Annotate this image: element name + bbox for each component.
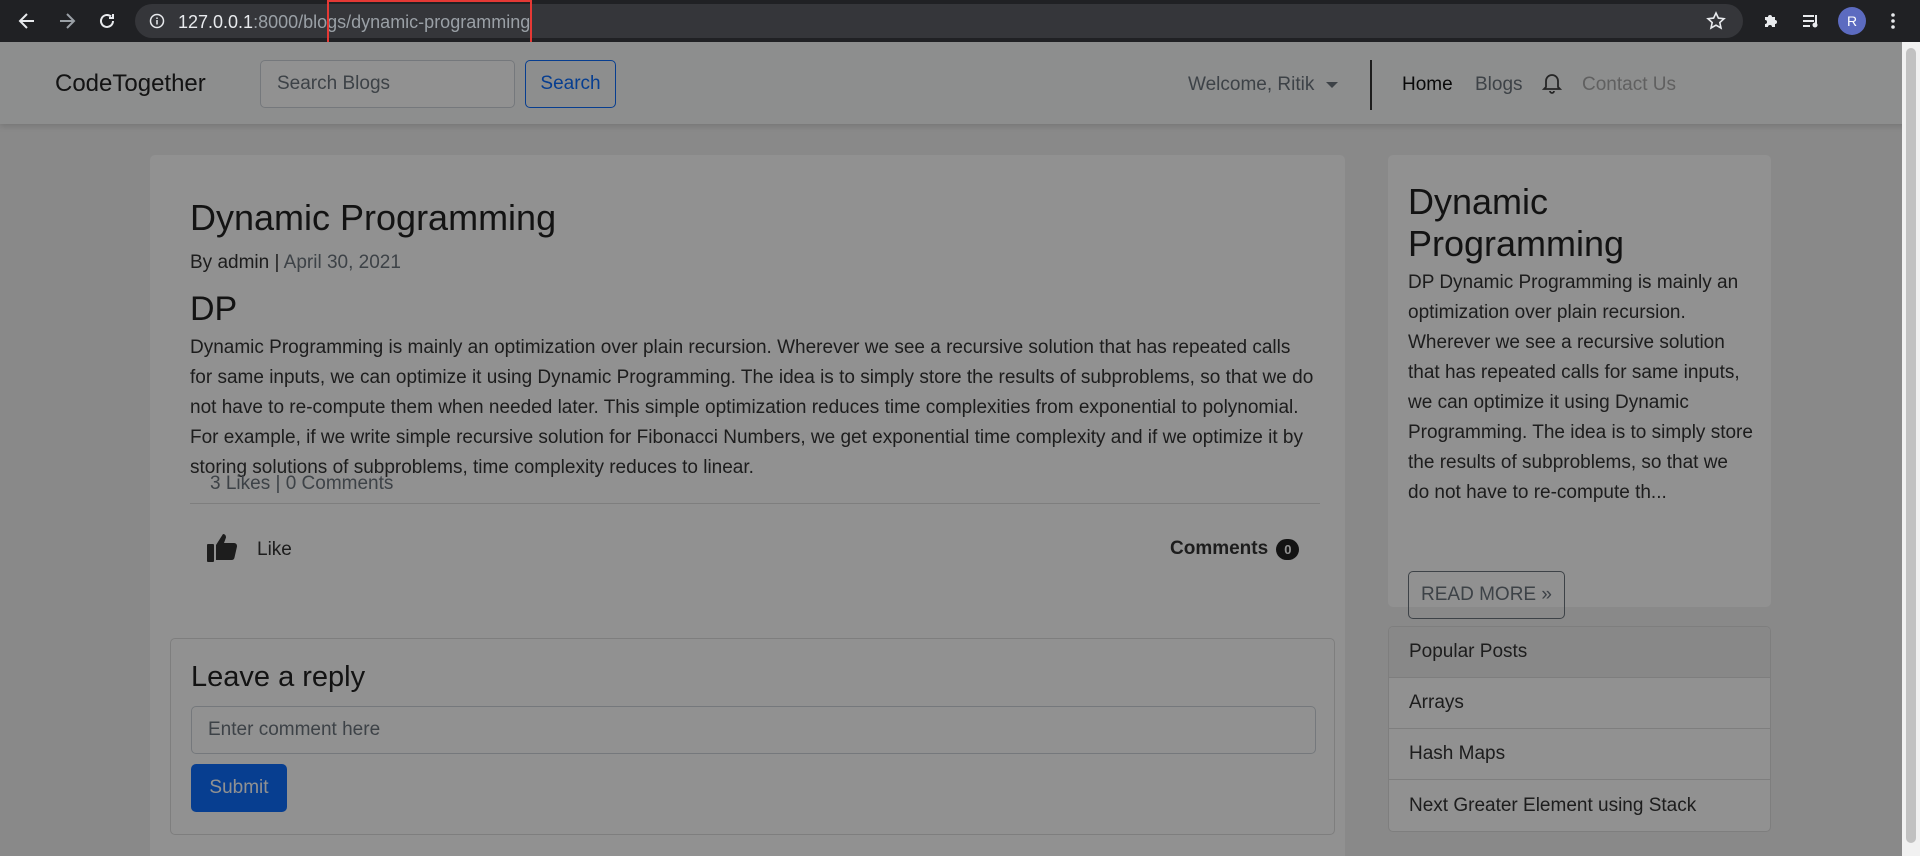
meta-separator: | bbox=[274, 252, 280, 273]
url-host: 127.0.0.1 bbox=[178, 12, 254, 32]
kebab-menu-icon[interactable] bbox=[1880, 8, 1906, 34]
forward-arrow-icon[interactable] bbox=[54, 8, 80, 34]
sidebar-post-card: Dynamic Programming DP Dynamic Programmi… bbox=[1388, 155, 1771, 619]
sidebar-title: Dynamic Programming bbox=[1408, 181, 1625, 264]
search-button[interactable]: Search bbox=[525, 60, 616, 108]
puzzle-icon[interactable] bbox=[1758, 8, 1784, 34]
address-bar[interactable]: 127.0.0.1:8000/blogs/dynamic-programming bbox=[135, 4, 1743, 38]
post-body: Dynamic Programming is mainly an optimiz… bbox=[190, 337, 1314, 478]
popular-post-item[interactable]: Hash Maps bbox=[1389, 729, 1770, 780]
back-arrow-icon[interactable] bbox=[14, 8, 40, 34]
url-slug: /dynamic-programming bbox=[346, 12, 531, 32]
post-subtitle: DP bbox=[190, 290, 238, 328]
welcome-label: Welcome, Ritik bbox=[1188, 74, 1315, 95]
nav-link-blogs[interactable]: Blogs bbox=[1475, 74, 1523, 96]
profile-avatar[interactable]: R bbox=[1838, 7, 1866, 35]
sidebar-excerpt: DP Dynamic Programming is mainly an opti… bbox=[1408, 272, 1753, 503]
comments-button[interactable]: Comments 0 bbox=[1170, 538, 1300, 560]
site-navbar: CodeTogether Search Blogs Search Welcome… bbox=[0, 42, 1920, 124]
comments-count-badge: 0 bbox=[1276, 538, 1300, 560]
star-icon[interactable] bbox=[1703, 8, 1729, 34]
post-date: April 30, 2021 bbox=[283, 252, 401, 273]
brand-logo[interactable]: CodeTogether bbox=[55, 70, 206, 98]
post-title: Dynamic Programming bbox=[190, 197, 557, 238]
like-label: Like bbox=[257, 539, 292, 560]
nav-divider bbox=[1370, 60, 1372, 110]
submit-button[interactable]: Submit bbox=[191, 764, 287, 812]
reply-title: Leave a reply bbox=[191, 661, 366, 693]
comment-placeholder: Enter comment here bbox=[208, 719, 381, 740]
caret-down-icon bbox=[1326, 82, 1339, 88]
comment-input[interactable]: Enter comment here bbox=[191, 706, 1316, 754]
user-dropdown[interactable]: Welcome, Ritik bbox=[1188, 74, 1339, 96]
scrollbar-thumb[interactable] bbox=[1906, 48, 1916, 843]
nav-link-contact[interactable]: Contact Us bbox=[1582, 74, 1676, 96]
reply-form: Leave a reply Enter comment here Submit bbox=[170, 638, 1335, 835]
page-content: CodeTogether Search Blogs Search Welcome… bbox=[0, 42, 1920, 856]
reload-icon[interactable] bbox=[94, 8, 120, 34]
thumbs-up-icon bbox=[205, 530, 239, 570]
post-card: Dynamic Programming By admin | April 30,… bbox=[150, 155, 1345, 856]
bell-icon[interactable] bbox=[1541, 72, 1563, 99]
url-text: 127.0.0.1:8000/blogs/dynamic-programming bbox=[178, 12, 530, 33]
nav-link-home[interactable]: Home bbox=[1402, 74, 1453, 96]
info-icon[interactable] bbox=[149, 13, 165, 34]
media-queue-icon[interactable] bbox=[1798, 8, 1824, 34]
popular-post-item[interactable]: Arrays bbox=[1389, 678, 1770, 729]
comments-label: Comments bbox=[1170, 538, 1269, 559]
post-author: admin bbox=[217, 252, 270, 273]
post-stats: 3 Likes | 0 Comments bbox=[210, 473, 394, 494]
post-meta: By admin | April 30, 2021 bbox=[190, 252, 401, 274]
search-input[interactable]: Search Blogs bbox=[260, 60, 515, 108]
popular-post-item[interactable]: Next Greater Element using Stack bbox=[1389, 780, 1770, 831]
page-scrollbar[interactable] bbox=[1902, 42, 1920, 856]
url-port-path: :8000/blogs bbox=[253, 12, 347, 32]
divider bbox=[190, 503, 1320, 504]
search-placeholder: Search Blogs bbox=[277, 73, 391, 94]
by-label: By bbox=[190, 252, 213, 273]
popular-posts: Popular Posts Arrays Hash Maps Next Grea… bbox=[1388, 626, 1771, 832]
read-more-button[interactable]: READ MORE » bbox=[1408, 571, 1565, 619]
like-button[interactable]: Like bbox=[205, 530, 292, 570]
popular-posts-header: Popular Posts bbox=[1389, 627, 1770, 678]
browser-toolbar: 127.0.0.1:8000/blogs/dynamic-programming… bbox=[0, 0, 1920, 44]
